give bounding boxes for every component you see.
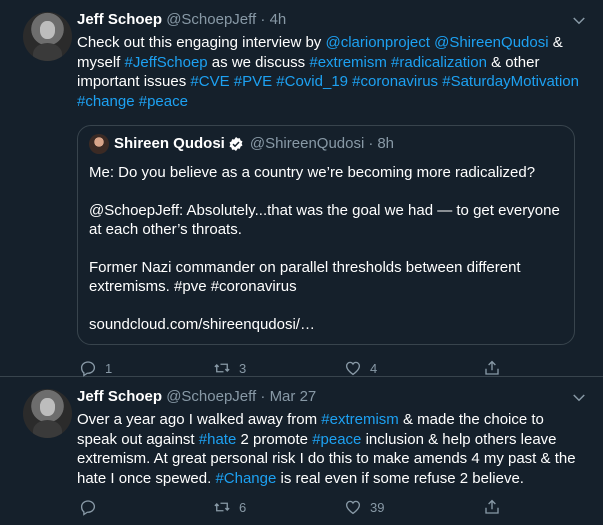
text-link[interactable]: #coronavirus xyxy=(352,73,438,90)
text-link[interactable]: #radicalization xyxy=(391,54,487,71)
timestamp[interactable]: Mar 27 xyxy=(270,388,317,405)
author-name[interactable]: Jeff Schoep xyxy=(77,11,162,28)
quoted-author-name: Shireen Qudosi xyxy=(114,135,225,152)
quoted-separator: · xyxy=(368,135,374,152)
quoted-tweet[interactable]: Shireen Qudosi @ShireenQudosi · 8h Me: D… xyxy=(77,125,575,345)
like-count: 4 xyxy=(370,360,378,376)
text-link[interactable]: #PVE xyxy=(234,73,272,90)
retweet-icon xyxy=(214,502,230,512)
text-segment: 2 promote xyxy=(236,430,313,448)
like-count: 39 xyxy=(370,499,385,515)
reply-button[interactable]: 1 xyxy=(79,359,112,377)
tweet-content: Jeff Schoep @SchoepJeff · Mar 27 Over a … xyxy=(77,387,588,522)
text-link[interactable]: @clarionproject xyxy=(325,34,429,51)
quoted-header: Shireen Qudosi @ShireenQudosi · 8h xyxy=(89,134,564,154)
retweet-count: 3 xyxy=(239,360,247,376)
text-link[interactable]: @ShireenQudosi xyxy=(434,34,548,51)
quoted-link[interactable]: soundcloud.com/shireenqudosi/… xyxy=(89,315,564,335)
text-link[interactable]: #Change xyxy=(215,470,276,487)
timestamp[interactable]: 4h xyxy=(270,11,287,28)
author-name[interactable]: Jeff Schoep xyxy=(77,388,162,405)
tweet-header: Jeff Schoep @SchoepJeff · 4h xyxy=(77,10,588,30)
share-button[interactable] xyxy=(483,359,501,377)
retweet-icon xyxy=(214,363,230,373)
text-segment: Check out this engaging interview by xyxy=(77,34,326,51)
quoted-avatar xyxy=(89,134,109,154)
separator: · xyxy=(260,388,266,405)
text-segment: as we discuss xyxy=(207,53,310,71)
text-link[interactable]: #CVE xyxy=(190,73,229,90)
text-link[interactable]: #peace xyxy=(139,93,188,110)
tweet[interactable]: Jeff Schoep @SchoepJeff · Mar 27 Over a … xyxy=(0,377,603,525)
tweet-text: Check out this engaging interview by @cl… xyxy=(77,33,588,111)
text-link[interactable]: #extremism xyxy=(321,411,399,428)
tweet-text: Over a year ago I walked away from #extr… xyxy=(77,410,588,488)
retweet-button[interactable]: 6 xyxy=(213,498,246,516)
avatar[interactable] xyxy=(23,389,72,438)
avatar-shirt xyxy=(33,43,62,61)
share-icon xyxy=(485,499,499,514)
quoted-paragraph: @SchoepJeff: Absolutely...that was the g… xyxy=(89,201,560,239)
text-link[interactable]: #JeffSchoep xyxy=(125,54,208,71)
text-link[interactable]: #extremism xyxy=(309,54,387,71)
author-handle[interactable]: @SchoepJeff xyxy=(166,11,256,28)
reply-count: 1 xyxy=(105,360,113,376)
text-link[interactable]: #Covid_19 xyxy=(276,73,348,90)
retweet-button[interactable]: 3 xyxy=(213,359,246,377)
like-icon xyxy=(345,361,361,376)
reply-button[interactable] xyxy=(79,498,105,516)
like-button[interactable]: 4 xyxy=(344,359,377,377)
author-handle[interactable]: @SchoepJeff xyxy=(166,388,256,405)
quoted-paragraph: Former Nazi commander on parallel thresh… xyxy=(89,258,521,296)
quoted-timestamp: 8h xyxy=(377,135,395,152)
text-link[interactable]: #change xyxy=(77,93,135,110)
like-icon xyxy=(345,500,361,515)
retweet-count: 6 xyxy=(239,499,247,515)
reply-icon xyxy=(80,361,96,377)
avatar-shirt xyxy=(33,420,62,438)
tweet-header: Jeff Schoep @SchoepJeff · Mar 27 xyxy=(77,387,588,407)
caret-down-icon[interactable] xyxy=(570,389,588,407)
quoted-author-handle: @ShireenQudosi xyxy=(249,135,365,152)
like-button[interactable]: 39 xyxy=(344,498,384,516)
text-segment: is real even if some refuse 2 believe. xyxy=(276,469,524,487)
avatar[interactable] xyxy=(23,12,72,61)
avatar-face xyxy=(40,398,55,416)
quoted-text: Me: Do you believe as a country we’re be… xyxy=(89,163,564,334)
text-link[interactable]: #peace xyxy=(312,431,361,448)
quoted-paragraph: Me: Do you believe as a country we’re be… xyxy=(89,164,536,181)
tweet[interactable]: Jeff Schoep @SchoepJeff · 4h Check out t… xyxy=(0,0,603,377)
verified-badge-icon xyxy=(229,137,243,151)
tweet-actions: 6 39 xyxy=(77,498,588,522)
separator: · xyxy=(260,11,266,28)
share-button[interactable] xyxy=(483,498,501,516)
reply-icon xyxy=(80,500,96,516)
share-icon xyxy=(485,360,499,375)
text-segment: Over a year ago I walked away from xyxy=(77,411,322,428)
text-link[interactable]: #hate xyxy=(199,431,237,448)
avatar-face xyxy=(40,21,55,39)
caret-down-icon[interactable] xyxy=(570,12,588,30)
text-link[interactable]: #SaturdayMotivation xyxy=(442,73,579,90)
tweet-content: Jeff Schoep @SchoepJeff · 4h Check out t… xyxy=(77,10,588,383)
